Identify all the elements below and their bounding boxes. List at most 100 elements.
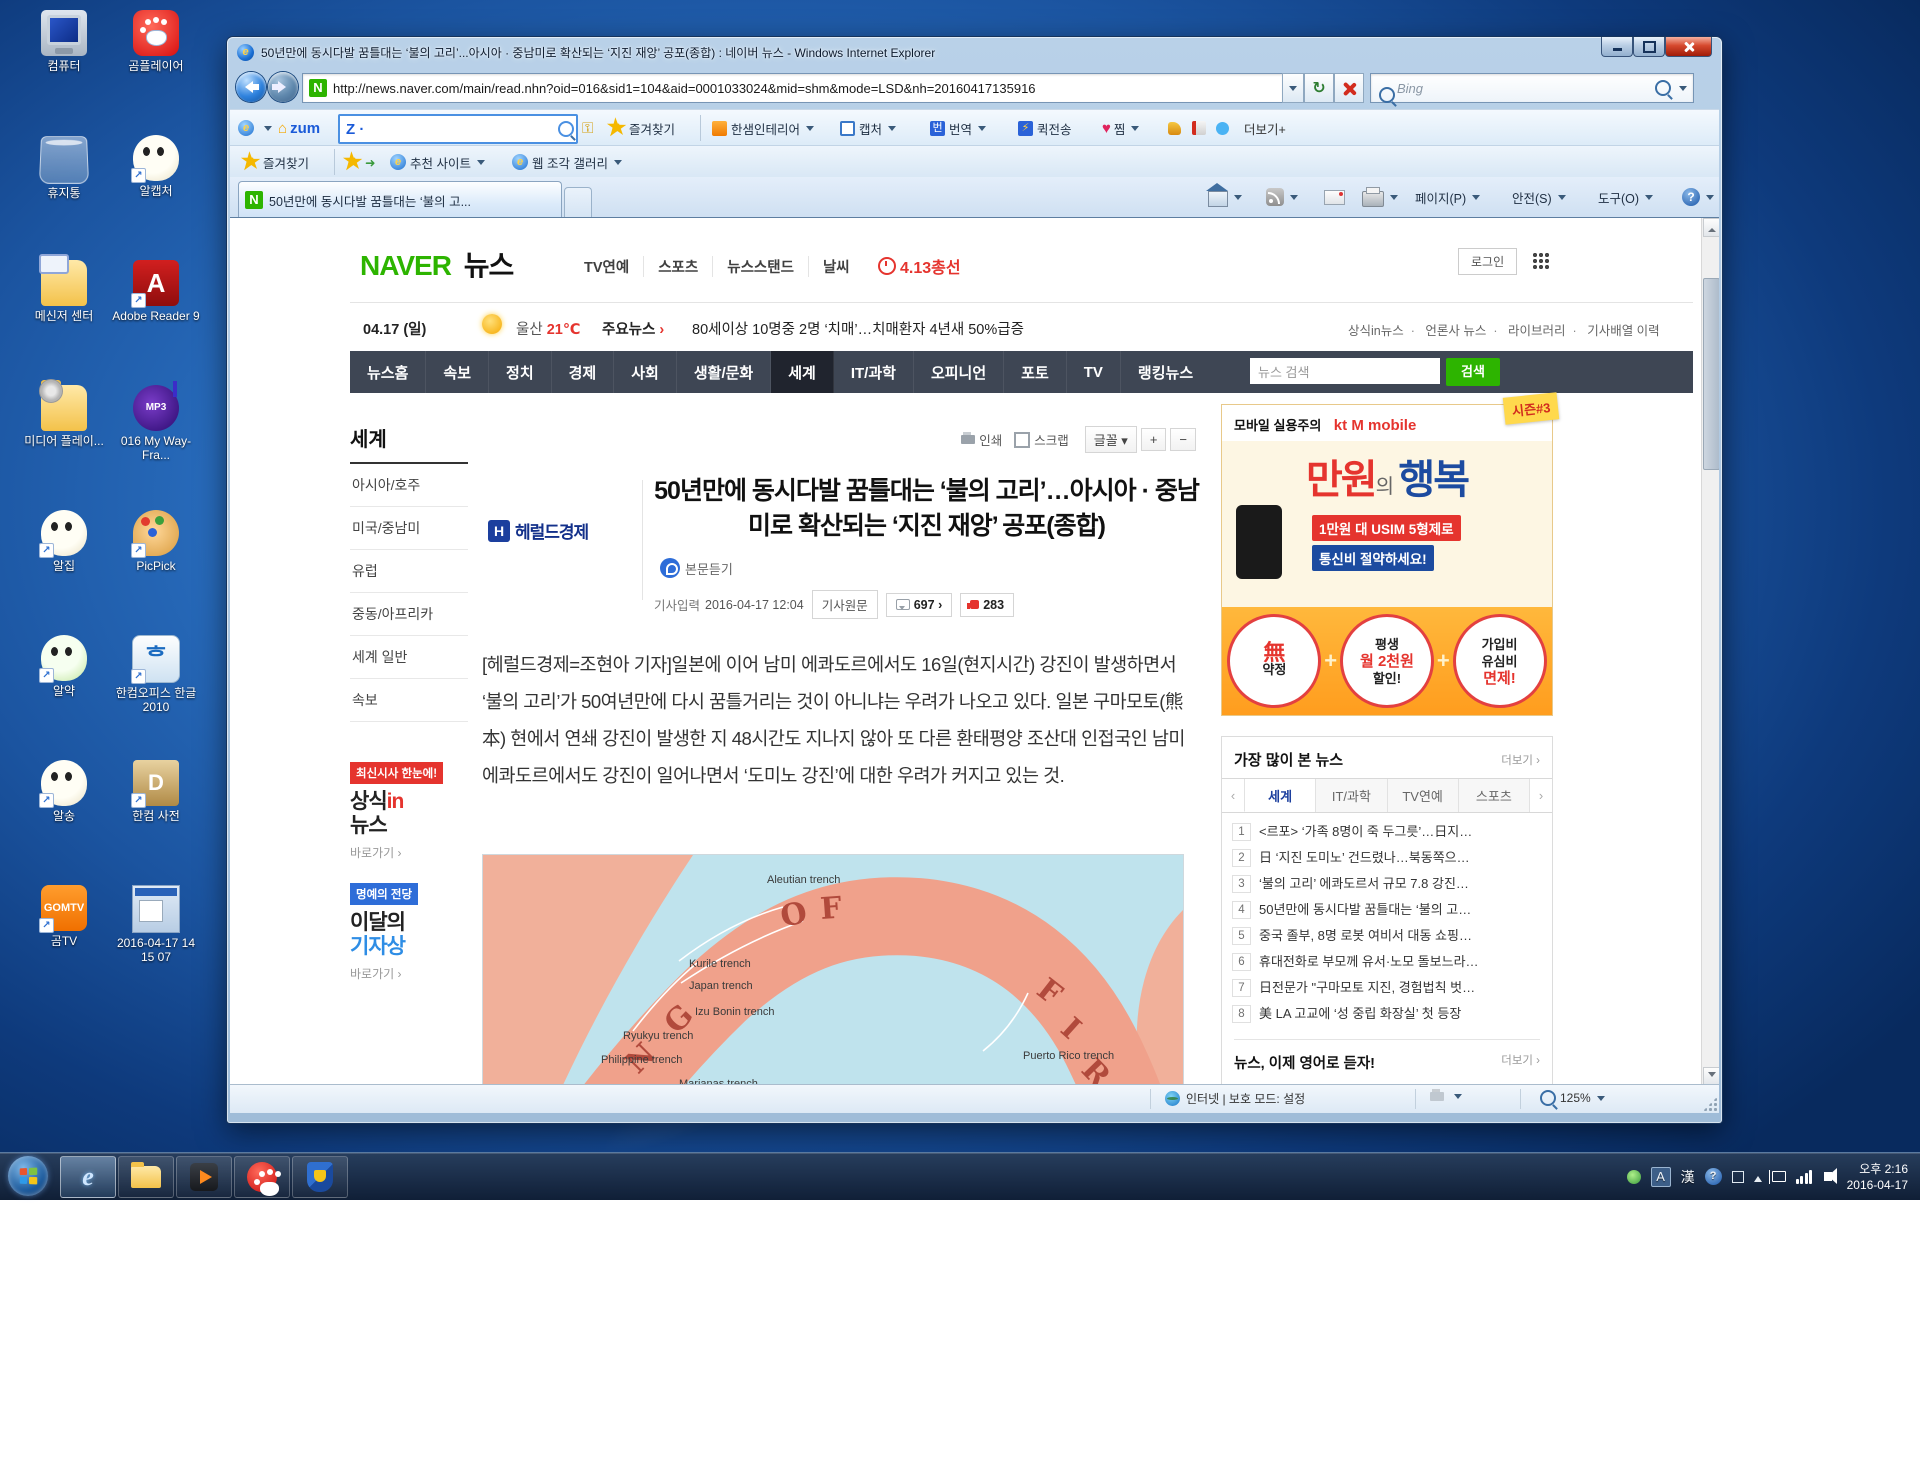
menu-weather[interactable]: 날씨 [809, 256, 864, 277]
help-button[interactable]: ? [1682, 183, 1720, 211]
taskbar-ie-button[interactable]: e [60, 1156, 116, 1198]
desktop-icon-media-player-folder[interactable]: 미디어 플레이... [18, 385, 110, 448]
font-button[interactable]: 글꼴 ▾ [1081, 426, 1137, 453]
menu-tv-enter[interactable]: TV연예 [570, 256, 644, 277]
footer-more-link[interactable]: 더보기 › [1501, 1052, 1540, 1073]
scroll-up-button[interactable] [1703, 218, 1719, 237]
page-menu-button[interactable]: 페이지(P) [1415, 183, 1486, 211]
banner-reporter-award[interactable]: 명예의 전당 이달의기자상 바로가기 › [350, 883, 468, 982]
nav-politics[interactable]: 정치 [489, 351, 552, 393]
desktop-icon-picpick[interactable]: PicPick [110, 510, 202, 573]
minimize-button[interactable] [1601, 37, 1633, 57]
zum-home-button[interactable]: ⌂zum [278, 110, 320, 146]
desktop-icon-alyak[interactable]: 알약 [18, 635, 110, 698]
print-button[interactable] [1362, 183, 1404, 211]
read-mail-button[interactable] [1324, 183, 1345, 211]
add-favorite-icon[interactable]: ➜ [346, 146, 375, 178]
listen-button[interactable]: 본문듣기 [660, 558, 733, 578]
ime-hanja-icon[interactable]: 漢 [1681, 1167, 1695, 1187]
tab-naver-news[interactable]: N 50년만에 동시다발 꿈틀대는 ‘불의 고... [238, 181, 562, 218]
tabs-next-arrow[interactable]: › [1529, 779, 1552, 812]
title-bar[interactable]: e 50년만에 동시다발 꿈틀대는 ‘불의 고리’...아시아 · 중남미로 확… [227, 37, 1722, 67]
desktop-icon-messenger-center[interactable]: 메신저 센터 [18, 260, 110, 323]
back-button[interactable] [236, 72, 266, 102]
desktop-icon-adobe-reader[interactable]: AAdobe Reader 9 [110, 260, 202, 323]
banner-go-link[interactable]: 바로가기 › [350, 965, 468, 982]
search-dropdown-icon[interactable] [1679, 86, 1687, 95]
ie-menu-button[interactable]: e [238, 110, 278, 146]
safety-menu-button[interactable]: 안전(S) [1512, 183, 1572, 211]
show-hidden-icons-button[interactable] [1754, 1172, 1762, 1182]
nav-tv[interactable]: TV [1067, 351, 1121, 393]
url-dropdown-button[interactable] [1282, 73, 1304, 103]
news-list-item[interactable]: 8美 LA 고교에 ‘성 중립 화장실’ 첫 등장 [1232, 1005, 1542, 1023]
home-button[interactable] [1208, 183, 1248, 211]
nav-society[interactable]: 사회 [614, 351, 677, 393]
refresh-button[interactable]: ↻ [1304, 73, 1334, 103]
link-common-sense-news[interactable]: 상식in뉴스 [1348, 324, 1404, 338]
twitter-icon[interactable] [1216, 110, 1233, 146]
forward-button[interactable] [268, 72, 298, 102]
tools-menu-button[interactable]: 도구(O) [1598, 183, 1659, 211]
login-button[interactable]: 로그인 [1458, 248, 1517, 275]
network-icon[interactable] [1796, 1170, 1814, 1184]
start-button[interactable] [8, 1156, 48, 1196]
sidebar-item-world-general[interactable]: 세계 일반 [350, 636, 468, 679]
compatibility-view-button[interactable] [1430, 1090, 1468, 1103]
toolbar-more-button[interactable]: 더보기+ [1244, 110, 1286, 146]
favorites-button[interactable]: 즐겨찾기 [244, 146, 309, 178]
news-list-item[interactable]: 2日 ‘지진 도미노’ 건드렸나…북동쪽으… [1232, 849, 1542, 867]
like-button[interactable]: 283 [960, 593, 1014, 617]
vertical-scrollbar[interactable] [1701, 218, 1719, 1086]
tab-tv-enter[interactable]: TV연예 [1387, 779, 1458, 812]
feeds-button[interactable] [1266, 183, 1304, 211]
nav-economy[interactable]: 경제 [552, 351, 615, 393]
desktop-icon-gomtv[interactable]: GOMTV곰TV [18, 885, 110, 948]
sidebar-item-asia[interactable]: 아시아/호주 [350, 464, 468, 507]
nav-life-culture[interactable]: 생활/문화 [677, 351, 771, 393]
taskbar-explorer-button[interactable] [118, 1156, 174, 1198]
desktop-icon-gomplayer[interactable]: 곰플레이어 [110, 10, 202, 73]
sidebar-item-middleeast[interactable]: 중동/아프리카 [350, 593, 468, 636]
banner-common-sense[interactable]: 최신시사 한눈에! 상식in뉴스 바로가기 › [350, 762, 468, 861]
press-logo[interactable]: H 헤럴드경제 [488, 518, 588, 543]
maximize-button[interactable] [1633, 37, 1665, 57]
nav-newshome[interactable]: 뉴스홈 [350, 351, 426, 393]
nav-breaking[interactable]: 속보 [426, 351, 489, 393]
search-go-icon[interactable] [1655, 80, 1671, 96]
nav-world-active[interactable]: 세계 [771, 351, 834, 393]
suggested-sites-button[interactable]: e추천 사이트 [390, 146, 491, 178]
desktop-icon-screenshot-file[interactable]: 2016-04-17 14 15 07 [110, 885, 202, 964]
sidebar-item-america[interactable]: 미국/중남미 [350, 507, 468, 550]
nav-ranking[interactable]: 랭킹뉴스 [1121, 351, 1210, 393]
zum-search-input[interactable]: Z · [338, 114, 578, 144]
news-list-item[interactable]: 7日전문가 "구마모토 지진, 경험법칙 벗… [1232, 979, 1542, 997]
menu-newsstand[interactable]: 뉴스스탠드 [713, 256, 809, 277]
news-list-item[interactable]: 1<르포> ‘가족 8명이 죽 두그릇’…日지… [1232, 823, 1542, 841]
news-list-item[interactable]: 6휴대전화로 부모께 유서·노모 돌보느라… [1232, 953, 1542, 971]
zoom-control[interactable]: 125% [1540, 1090, 1611, 1106]
toolbar-favorites-button[interactable]: 즐겨찾기 [610, 110, 675, 146]
desktop-icon-recycle-bin[interactable]: 휴지통 [18, 135, 110, 200]
scrap-button[interactable]: 스크랩 [1014, 430, 1069, 449]
stop-button[interactable] [1334, 73, 1364, 103]
apps-grid-icon[interactable] [1532, 252, 1550, 270]
hansam-button[interactable]: 한샘인테리어 [712, 110, 820, 146]
sidebar-item-europe[interactable]: 유럽 [350, 550, 468, 593]
news-list-item[interactable]: 5중국 졸부, 8명 로봇 여비서 대동 쇼핑… [1232, 927, 1542, 945]
desktop-icon-alzip[interactable]: 알집 [18, 510, 110, 573]
ime-pad-icon[interactable] [1732, 1171, 1744, 1183]
resize-grip[interactable] [1703, 1097, 1717, 1111]
strip-weather[interactable]: 울산 21℃ [516, 318, 580, 339]
nav-opinion[interactable]: 오피니언 [914, 351, 1004, 393]
taskbar-media-player-button[interactable] [176, 1156, 232, 1198]
horn-icon[interactable] [1168, 110, 1185, 146]
url-field[interactable]: N http://news.naver.com/main/read.nhn?oi… [302, 73, 1284, 103]
tab-sports[interactable]: 스포츠 [1458, 779, 1529, 812]
tab-world[interactable]: 세계 [1244, 779, 1315, 812]
tabs-prev-arrow[interactable]: ‹ [1222, 779, 1244, 812]
desktop-icon-computer[interactable]: 컴퓨터 [18, 10, 110, 73]
ime-help-icon[interactable]: ? [1705, 1168, 1722, 1185]
news-list-item[interactable]: 450년만에 동시다발 꿈틀대는 ‘불의 고… [1232, 901, 1542, 919]
menu-sports[interactable]: 스포츠 [644, 256, 713, 277]
